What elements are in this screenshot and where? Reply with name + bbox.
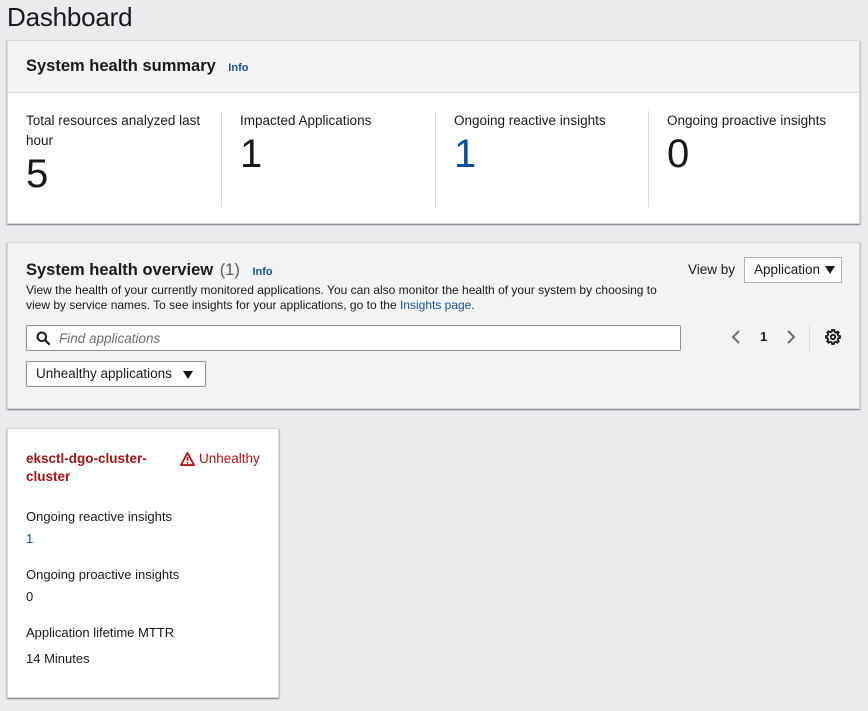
health-filter-select[interactable]: Unhealthy applications [26, 361, 206, 387]
summary-info-link[interactable]: Info [228, 62, 248, 74]
gear-icon[interactable] [825, 329, 841, 345]
overview-count: (1) [219, 261, 240, 279]
metric-proactive-insights: Ongoing proactive insights 0 [667, 111, 867, 175]
summary-title: System health summary [26, 57, 216, 75]
overview-info-link[interactable]: Info [252, 266, 272, 278]
caret-down-icon [183, 371, 193, 379]
field-value: 0 [26, 589, 34, 604]
page-title: Dashboard [7, 2, 133, 32]
metric-label: Ongoing reactive insights [454, 113, 606, 128]
system-health-overview-card: System health overview (1) Info View the… [7, 242, 860, 409]
metric-total-resources: Total resources analyzed last hour 5 [26, 111, 211, 195]
caret-down-icon [824, 266, 835, 274]
metric-reactive-insights: Ongoing reactive insights 1 [454, 111, 654, 175]
metric-divider [435, 111, 436, 207]
overview-title: System health overview [26, 261, 214, 279]
metric-value: 5 [26, 152, 49, 196]
metric-value-link[interactable]: 1 [454, 133, 654, 175]
reactive-insights-link[interactable]: 1 [26, 531, 33, 546]
status-text: Unhealthy [199, 451, 260, 466]
search-field[interactable] [26, 325, 681, 351]
overview-title-row: System health overview (1) Info [26, 261, 273, 280]
field-label: Ongoing proactive insights [26, 567, 180, 582]
field-label: Ongoing reactive insights [26, 509, 172, 524]
view-by-value: Application [754, 262, 821, 277]
chevron-left-icon[interactable] [730, 329, 742, 345]
search-input[interactable] [57, 326, 667, 350]
metric-value: 1 [240, 132, 263, 176]
application-name-link[interactable]: eksctl-dgo-cluster-cluster [26, 450, 161, 486]
field-value: 14 Minutes [26, 651, 90, 666]
view-by-label: View by [688, 262, 736, 277]
metric-divider [221, 111, 222, 207]
status-badge: Unhealthy [180, 451, 260, 466]
metric-label: Ongoing proactive insights [667, 113, 827, 128]
summary-metrics: Total resources analyzed last hour 5 Imp… [8, 93, 859, 224]
description-suffix: . [471, 297, 475, 312]
description-text: View the health of your currently monito… [26, 283, 657, 312]
filter-value: Unhealthy applications [36, 366, 172, 381]
metric-impacted-applications: Impacted Applications 1 [240, 111, 440, 175]
pager-divider [809, 326, 810, 352]
chevron-right-icon[interactable] [785, 329, 797, 345]
current-page[interactable]: 1 [760, 329, 767, 344]
view-by-select[interactable]: Application [744, 257, 842, 283]
insights-page-link[interactable]: Insights page [400, 298, 471, 312]
metric-value: 0 [667, 132, 690, 176]
summary-header: System health summary Info [8, 41, 859, 93]
application-card: eksctl-dgo-cluster-cluster Unhealthy Ong… [7, 428, 279, 698]
overview-description: View the health of your currently monito… [26, 283, 676, 312]
field-label: Application lifetime MTTR [26, 625, 175, 640]
metric-label: Impacted Applications [240, 113, 372, 128]
search-icon [36, 331, 50, 345]
warning-icon [180, 451, 195, 466]
metric-divider [648, 111, 649, 207]
system-health-summary-card: System health summary Info Total resourc… [7, 40, 860, 224]
metric-label: Total resources analyzed last hour [26, 113, 201, 148]
